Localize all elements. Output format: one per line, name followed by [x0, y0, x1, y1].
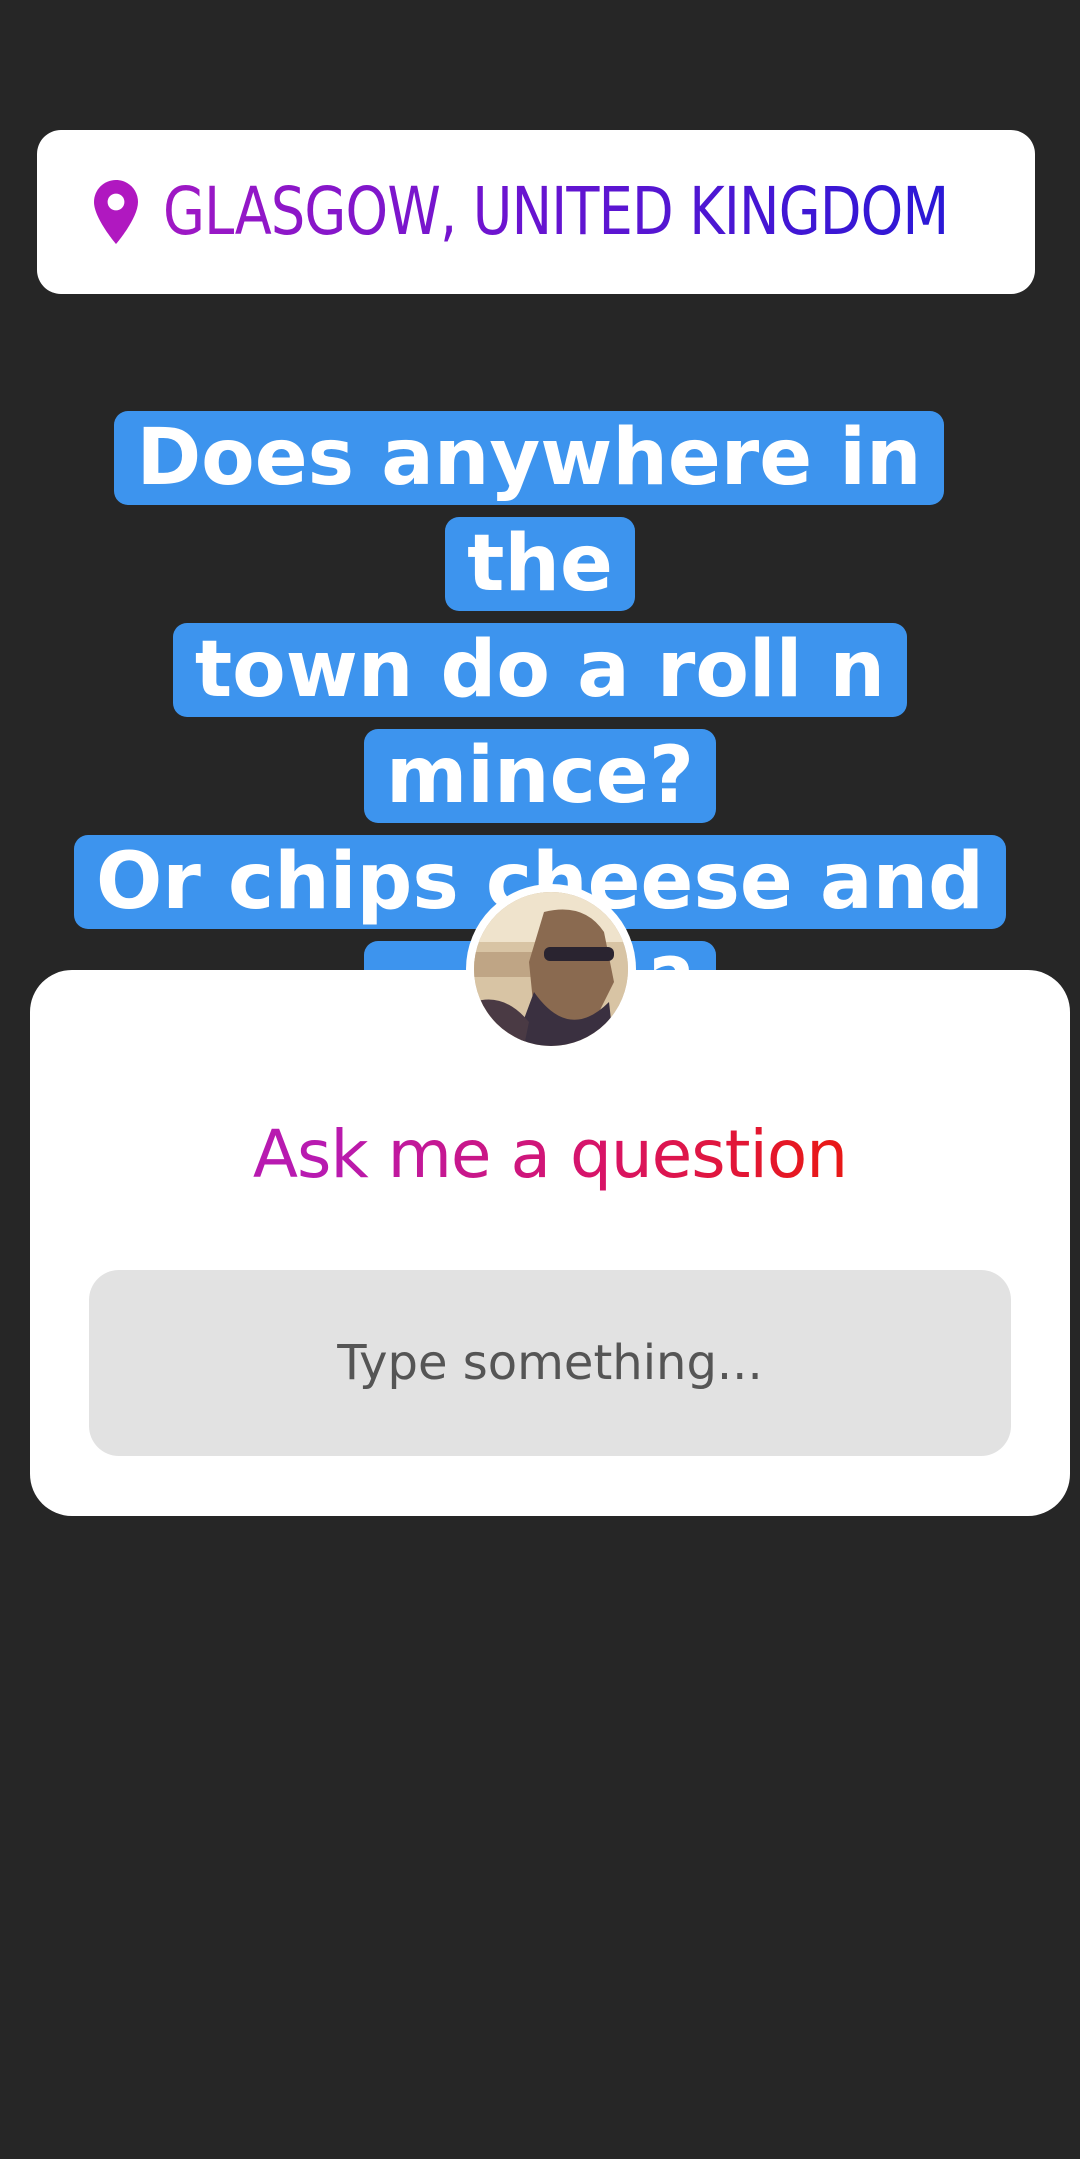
location-label: GLASGOW, UNITED KINGDOM: [163, 173, 949, 250]
story-text-line: town do a roll n mince?: [172, 623, 908, 823]
answer-input[interactable]: Type something...: [89, 1270, 1011, 1456]
map-pin-icon: [94, 180, 139, 244]
avatar-ring: [466, 884, 636, 1054]
profile-avatar: [474, 892, 628, 1046]
question-sticker-title: Ask me a question: [0, 1115, 1080, 1195]
story-text-line: Does anywhere in the: [114, 411, 944, 611]
location-sticker[interactable]: GLASGOW, UNITED KINGDOM: [37, 130, 1035, 294]
